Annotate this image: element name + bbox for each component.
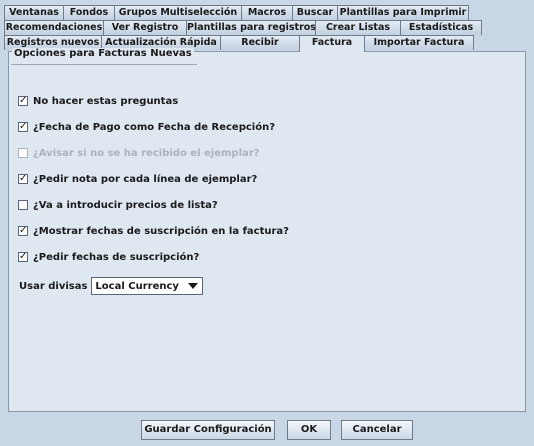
checkbox-avisar-ejemplar bbox=[18, 148, 28, 158]
label-pedir-fechas: ¿Pedir fechas de suscripción? bbox=[33, 251, 200, 263]
group-divider bbox=[11, 64, 197, 65]
factura-panel: Opciones para Facturas Nuevas ✓ No hacer… bbox=[8, 48, 526, 412]
chevron-down-icon bbox=[188, 283, 199, 289]
checkbox-fecha-pago[interactable]: ✓ bbox=[18, 122, 28, 132]
button-bar: Guardar Configuración OK Cancelar bbox=[0, 414, 534, 446]
checkbox-pedir-nota[interactable]: ✓ bbox=[18, 174, 28, 184]
checkbox-no-hacer-preguntas[interactable]: ✓ bbox=[18, 96, 28, 106]
tab-macros[interactable]: Macros bbox=[241, 5, 293, 20]
label-fecha-pago: ¿Fecha de Pago como Fecha de Recepción? bbox=[33, 121, 275, 133]
option-pedir-fechas[interactable]: ✓ ¿Pedir fechas de suscripción? bbox=[18, 250, 199, 264]
label-mostrar-fechas: ¿Mostrar fechas de suscripción en la fac… bbox=[33, 225, 289, 237]
tab-estadisticas[interactable]: Estadísticas bbox=[400, 20, 482, 35]
currency-row: Usar divisas Local Currency bbox=[19, 277, 204, 295]
option-avisar-ejemplar: ¿Avisar si no se ha recibido el ejemplar… bbox=[18, 146, 259, 160]
label-no-hacer-preguntas: No hacer estas preguntas bbox=[33, 95, 179, 107]
tab-buscar[interactable]: Buscar bbox=[292, 5, 338, 20]
tab-fondos[interactable]: Fondos bbox=[63, 5, 115, 20]
cancel-button[interactable]: Cancelar bbox=[341, 420, 413, 440]
option-mostrar-fechas[interactable]: ✓ ¿Mostrar fechas de suscripción en la f… bbox=[18, 224, 289, 238]
currency-label: Usar divisas bbox=[19, 280, 88, 292]
tab-plantillas-imprimir[interactable]: Plantillas para Imprimir bbox=[337, 5, 469, 20]
currency-select[interactable]: Local Currency bbox=[91, 277, 204, 295]
checkbox-pedir-fechas[interactable]: ✓ bbox=[18, 252, 28, 262]
group-title: Opciones para Facturas Nuevas bbox=[12, 48, 194, 59]
checkbox-mostrar-fechas[interactable]: ✓ bbox=[18, 226, 28, 236]
label-precios-lista: ¿Va a introducir precios de lista? bbox=[33, 199, 218, 211]
tab-recibir[interactable]: Recibir bbox=[220, 35, 300, 50]
option-no-hacer-preguntas[interactable]: ✓ No hacer estas preguntas bbox=[18, 94, 178, 108]
tab-ventanas[interactable]: Ventanas bbox=[4, 5, 64, 20]
option-pedir-nota[interactable]: ✓ ¿Pedir nota por cada línea de ejemplar… bbox=[18, 172, 257, 186]
ok-button[interactable]: OK bbox=[287, 420, 331, 440]
checkbox-precios-lista[interactable] bbox=[18, 200, 28, 210]
tab-factura[interactable]: Factura bbox=[299, 35, 365, 52]
option-precios-lista[interactable]: ¿Va a introducir precios de lista? bbox=[18, 198, 218, 212]
label-avisar-ejemplar: ¿Avisar si no se ha recibido el ejemplar… bbox=[33, 147, 260, 159]
currency-value: Local Currency bbox=[95, 280, 179, 292]
tab-ver-registro[interactable]: Ver Registro bbox=[103, 20, 187, 35]
tab-recomendaciones[interactable]: Recomendaciones bbox=[4, 20, 104, 35]
tab-grupos-multiseleccion[interactable]: Grupos Multiselección bbox=[114, 5, 242, 20]
tab-importar-factura[interactable]: Importar Factura bbox=[364, 35, 474, 50]
label-pedir-nota: ¿Pedir nota por cada línea de ejemplar? bbox=[33, 173, 258, 185]
tab-plantillas-registros[interactable]: Plantillas para registros bbox=[186, 20, 316, 35]
tab-crear-listas[interactable]: Crear Listas bbox=[315, 20, 401, 35]
option-fecha-pago[interactable]: ✓ ¿Fecha de Pago como Fecha de Recepción… bbox=[18, 120, 275, 134]
tab-row-1: Ventanas Fondos Grupos Multiselección Ma… bbox=[4, 5, 469, 20]
save-config-button[interactable]: Guardar Configuración bbox=[141, 420, 275, 440]
tab-row-2: Recomendaciones Ver Registro Plantillas … bbox=[4, 20, 482, 35]
